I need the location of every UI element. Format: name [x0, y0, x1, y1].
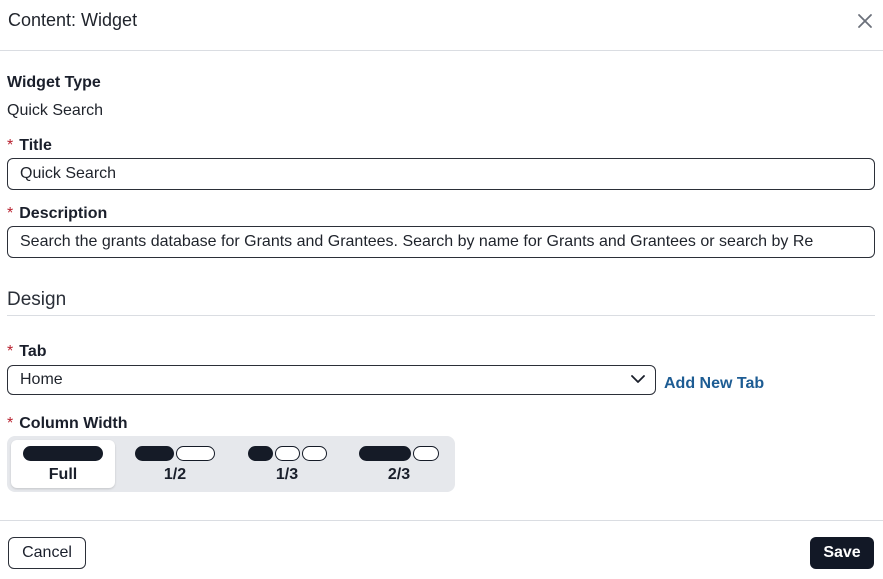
save-button[interactable]: Save	[810, 537, 874, 569]
tab-label: * Tab	[7, 343, 47, 361]
required-mark: *	[7, 137, 14, 154]
width-bar-empty	[176, 446, 215, 461]
width-bar-filled	[247, 446, 273, 461]
width-preview	[235, 446, 339, 462]
cancel-button[interactable]: Cancel	[8, 537, 86, 569]
title-input[interactable]: Quick Search	[7, 158, 875, 190]
section-divider	[7, 315, 875, 316]
column-width-option-label: 1/2	[163, 466, 187, 483]
column-width-option-half[interactable]: 1/2	[123, 440, 227, 488]
column-width-option-label: 2/3	[387, 466, 411, 483]
add-new-tab-link[interactable]: Add New Tab	[664, 375, 764, 393]
width-preview	[123, 446, 227, 462]
description-input[interactable]: Search the grants database for Grants an…	[7, 226, 875, 258]
description-label-text: Description	[19, 205, 108, 222]
column-width-option-full[interactable]: Full	[11, 440, 115, 488]
tab-label-text: Tab	[19, 343, 47, 360]
required-mark: *	[7, 415, 14, 432]
width-bar-empty	[413, 446, 439, 461]
column-width-segmented-control: Full 1/2 1/3 2/3	[7, 436, 455, 492]
footer-divider	[0, 520, 883, 521]
column-width-option-third[interactable]: 1/3	[235, 440, 339, 488]
design-section-title: Design	[7, 289, 67, 310]
title-label: * Title	[7, 137, 52, 155]
title-label-text: Title	[19, 137, 52, 154]
required-mark: *	[7, 205, 14, 222]
width-bar-filled	[23, 446, 103, 461]
description-label: * Description	[7, 205, 107, 223]
column-width-option-label: Full	[48, 466, 78, 483]
width-preview	[11, 446, 115, 462]
column-width-label-text: Column Width	[19, 415, 128, 432]
column-width-label: * Column Width	[7, 415, 128, 433]
widget-type-label: Widget Type	[7, 74, 101, 91]
column-width-option-label: 1/3	[275, 466, 299, 483]
tab-select[interactable]: Home	[7, 365, 656, 395]
required-mark: *	[7, 343, 14, 360]
dialog-title: Content: Widget	[8, 10, 138, 30]
chevron-down-icon	[631, 375, 645, 383]
width-bar-empty	[274, 446, 300, 461]
width-preview	[347, 446, 451, 462]
width-bar-filled	[359, 446, 411, 461]
widget-type-value: Quick Search	[7, 102, 104, 119]
tab-select-value: Home	[20, 371, 63, 388]
close-button[interactable]	[856, 12, 874, 30]
column-width-option-two-thirds[interactable]: 2/3	[347, 440, 451, 488]
dialog-header: Content: Widget	[0, 0, 883, 51]
width-bar-filled	[135, 446, 174, 461]
width-bar-empty	[301, 446, 327, 461]
close-icon	[858, 14, 872, 28]
